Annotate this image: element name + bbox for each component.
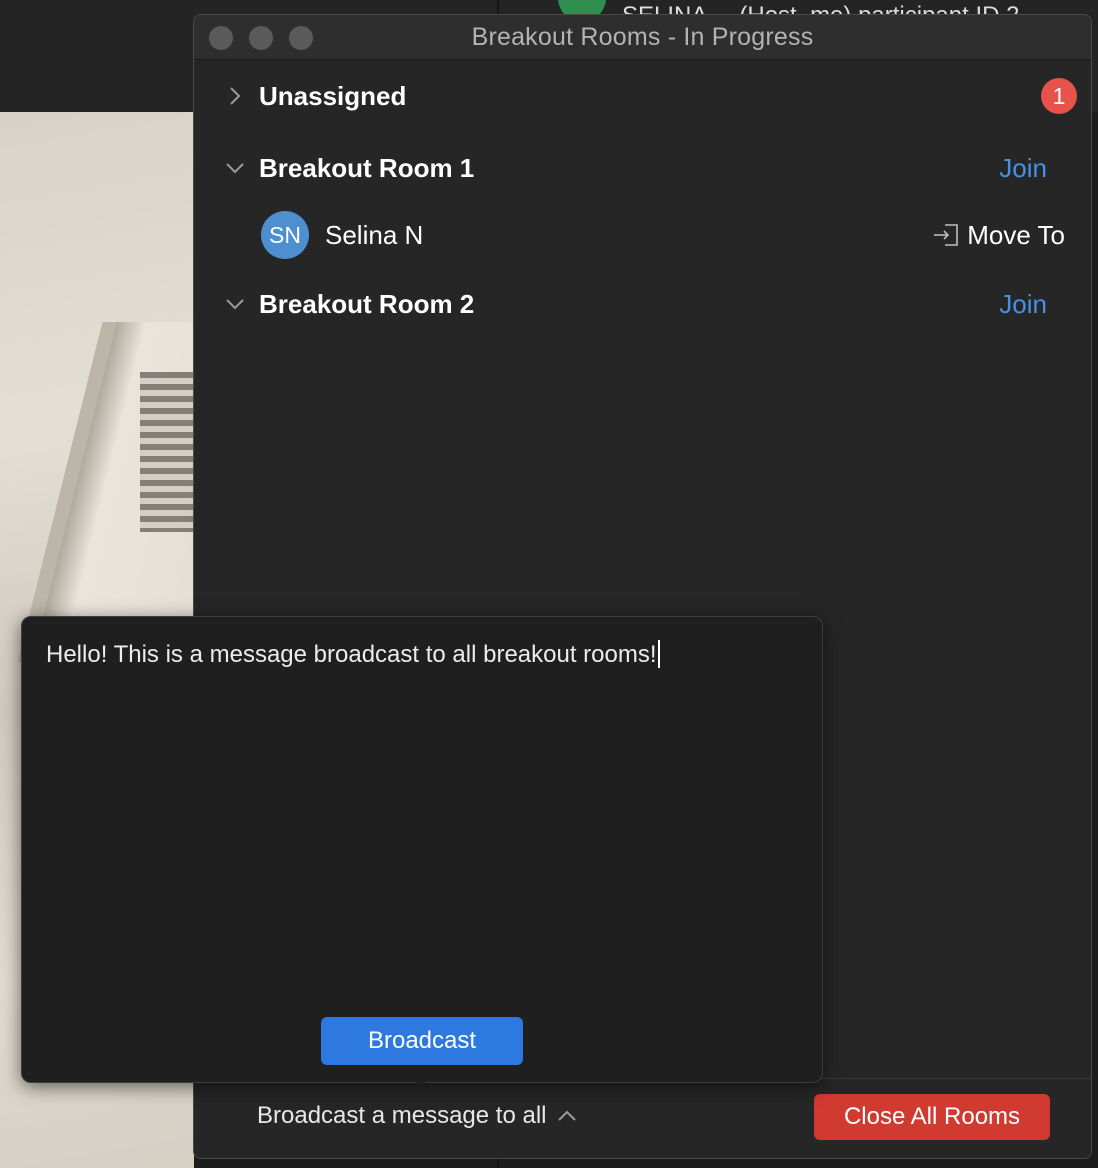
join-room-1-link[interactable]: Join [999, 153, 1047, 184]
chevron-up-icon [557, 1110, 576, 1121]
move-to-label: Move To [967, 219, 1065, 250]
text-caret [657, 640, 660, 668]
popover-arrow [407, 1073, 435, 1087]
move-to-button[interactable]: Move To [933, 220, 1065, 251]
broadcast-popover: Hello! This is a message broadcast to al… [21, 616, 823, 1083]
participant-row: SN Selina N Move To [194, 211, 1091, 259]
footer-bar: Broadcast a message to all Close All Roo… [194, 1078, 1091, 1158]
window-title: Breakout Rooms - In Progress [471, 22, 814, 51]
room-name: Breakout Room 2 [259, 288, 475, 319]
join-room-2-link[interactable]: Join [999, 289, 1047, 320]
chevron-right-icon[interactable] [224, 85, 246, 107]
close-window-button[interactable] [209, 26, 233, 50]
titlebar: Breakout Rooms - In Progress [194, 15, 1091, 60]
unassigned-row[interactable]: Unassigned 1 [194, 77, 1091, 115]
unassigned-label: Unassigned [259, 80, 407, 111]
zoom-window-button[interactable] [289, 26, 313, 50]
broadcast-button[interactable]: Broadcast [321, 1017, 523, 1065]
video-vent-slats [140, 372, 194, 532]
room-row-2[interactable]: Breakout Room 2 Join [194, 285, 1091, 323]
unassigned-count-badge: 1 [1041, 78, 1077, 114]
chevron-down-icon[interactable] [224, 293, 246, 315]
broadcast-message-toggle[interactable]: Broadcast a message to all [257, 1102, 577, 1130]
minimize-window-button[interactable] [249, 26, 273, 50]
chevron-down-icon[interactable] [224, 157, 246, 179]
broadcast-message-text: Hello! This is a message broadcast to al… [46, 641, 657, 668]
close-all-rooms-button[interactable]: Close All Rooms [814, 1094, 1050, 1140]
room-row-1[interactable]: Breakout Room 1 Join [194, 149, 1091, 187]
room-name: Breakout Room 1 [259, 152, 475, 183]
broadcast-toggle-label: Broadcast a message to all [257, 1102, 547, 1129]
move-to-icon [934, 224, 959, 246]
broadcast-message-input[interactable]: Hello! This is a message broadcast to al… [46, 639, 796, 999]
avatar: SN [261, 211, 309, 259]
participant-name: Selina N [325, 219, 424, 250]
